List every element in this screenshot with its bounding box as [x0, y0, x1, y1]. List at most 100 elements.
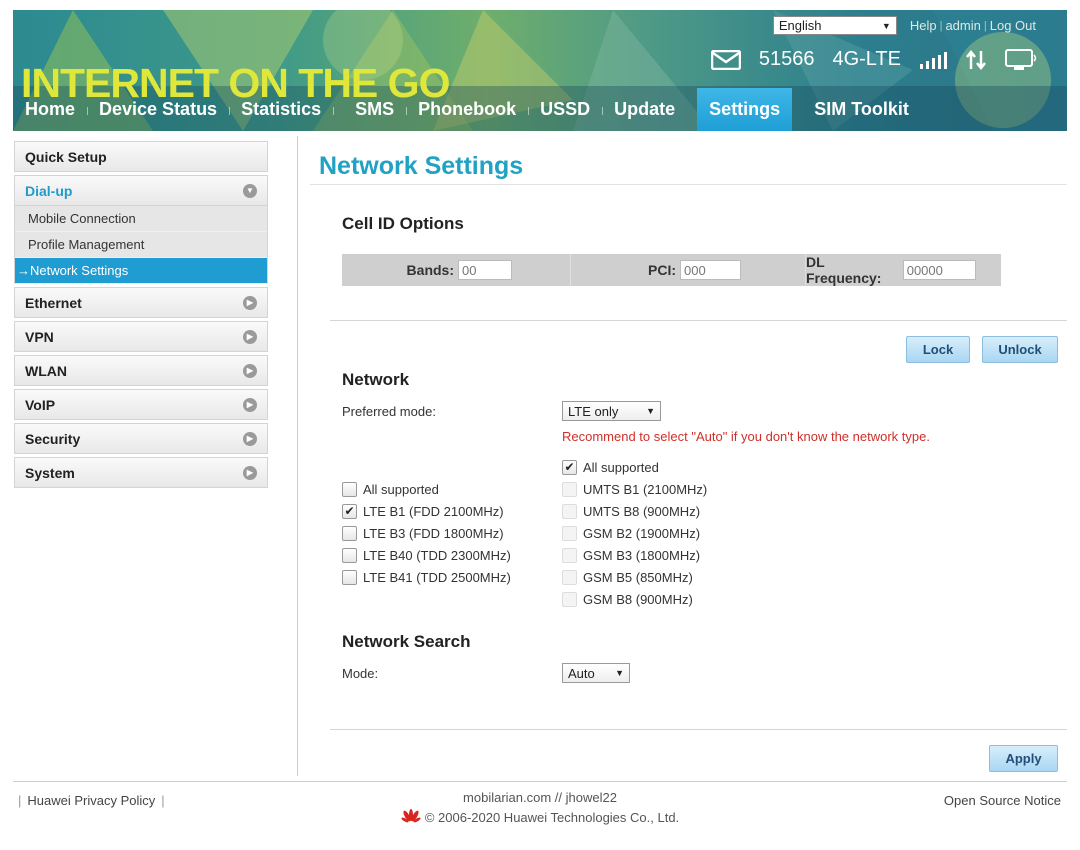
page-title: Network Settings [319, 152, 524, 180]
vertical-divider [297, 136, 298, 776]
band-right-0[interactable]: ✔ All supported [562, 458, 659, 476]
dialup-submenu: Mobile Connection Profile Management → N… [14, 206, 268, 284]
band-right-1[interactable]: UMTS B1 (2100MHz) [562, 480, 707, 498]
checkbox-umts-b1[interactable] [562, 481, 577, 497]
sidebar-item-system[interactable]: System ▶ [14, 457, 268, 488]
nav-home[interactable]: Home [13, 88, 89, 131]
section-divider [330, 729, 1067, 730]
pci-group: PCI: 000 [571, 254, 806, 286]
help-link[interactable]: Help [907, 18, 940, 33]
checkbox-all-supported-left[interactable] [342, 481, 357, 497]
apply-button[interactable]: Apply [989, 745, 1058, 772]
network-heading: Network [342, 370, 410, 389]
footer-copyright-row: © 2006-2020 Huawei Technologies Co., Ltd… [0, 809, 1080, 826]
checkbox-lte-b41[interactable] [342, 569, 357, 585]
language-select[interactable]: English ▼ [772, 16, 897, 35]
nav-phonebook[interactable]: Phonebook [406, 88, 530, 131]
band-label: LTE B41 (TDD 2500MHz) [363, 569, 511, 585]
band-left-3[interactable]: LTE B40 (TDD 2300MHz) [342, 546, 511, 564]
chevron-right-icon: ▶ [243, 465, 257, 480]
band-right-4[interactable]: GSM B3 (1800MHz) [562, 546, 700, 564]
sidebar-item-ethernet[interactable]: Ethernet ▶ [14, 287, 268, 318]
band-label: UMTS B1 (2100MHz) [583, 481, 708, 497]
pci-input[interactable]: 000 [680, 260, 741, 280]
chevron-right-icon: ▶ [243, 329, 257, 344]
updown-arrows-icon [965, 49, 987, 71]
lock-button[interactable]: Lock [906, 336, 970, 363]
checkbox-gsm-b8[interactable] [562, 591, 577, 607]
chevron-down-icon: ▼ [881, 20, 891, 31]
network-type: 4G-LTE [832, 48, 901, 70]
band-label: All supported [363, 481, 439, 497]
sidebar-sub-network-settings[interactable]: → Network Settings [15, 258, 267, 284]
open-source-link[interactable]: Open Source Notice [944, 793, 1061, 808]
band-right-6[interactable]: GSM B8 (900MHz) [562, 590, 693, 608]
section-divider [330, 320, 1067, 321]
sidebar-item-voip[interactable]: VoIP ▶ [14, 389, 268, 420]
network-search-heading: Network Search [342, 632, 471, 651]
checkbox-lte-b3[interactable] [342, 525, 357, 541]
band-left-4[interactable]: LTE B41 (TDD 2500MHz) [342, 568, 511, 586]
band-label: GSM B3 (1800MHz) [583, 547, 701, 563]
signal-bars-icon [919, 50, 947, 70]
status-bar: 51566 4G-LTE [710, 48, 1037, 71]
preferred-mode-select[interactable]: LTE only ▼ [562, 401, 661, 421]
header: INTERNET ON THE GO English ▼ Help | admi… [13, 10, 1067, 131]
title-divider [310, 184, 1067, 185]
band-right-3[interactable]: GSM B2 (1900MHz) [562, 524, 700, 542]
dl-frequency-group: DL Frequency: 00000 [806, 254, 1001, 286]
dl-frequency-input[interactable]: 00000 [902, 260, 976, 280]
band-left-0[interactable]: All supported [342, 480, 439, 498]
bands-input[interactable]: 00 [458, 260, 512, 280]
sidebar-item-wlan[interactable]: WLAN ▶ [14, 355, 268, 386]
unlock-button[interactable]: Unlock [982, 336, 1058, 363]
top-links: English ▼ Help | admin | Log Out [772, 16, 1039, 35]
band-right-2[interactable]: UMTS B8 (900MHz) [562, 502, 700, 520]
band-right-5[interactable]: GSM B5 (850MHz) [562, 568, 693, 586]
chevron-down-icon: ▼ [646, 406, 655, 416]
sidebar-item-label: WLAN [25, 362, 67, 379]
checkbox-gsm-b3[interactable] [562, 547, 577, 563]
sidebar-item-label: Dial-up [25, 182, 73, 199]
sidebar-sub-profile-management[interactable]: Profile Management [15, 232, 267, 258]
nav-ussd[interactable]: USSD [528, 88, 604, 131]
footer-copyright: © 2006-2020 Huawei Technologies Co., Ltd… [424, 810, 680, 825]
band-left-2[interactable]: LTE B3 (FDD 1800MHz) [342, 524, 504, 542]
nav-update[interactable]: Update [602, 88, 687, 131]
nav-sms[interactable]: SMS [343, 88, 408, 131]
sidebar-item-label: Security [25, 430, 81, 447]
nav-statistics[interactable]: Statistics [229, 88, 335, 131]
logout-link[interactable]: Log Out [987, 18, 1039, 33]
bands-label: Bands: [406, 262, 454, 278]
checkbox-lte-b40[interactable] [342, 547, 357, 563]
sidebar-group-dialup: Dial-up ▼ Mobile Connection Profile Mana… [14, 175, 268, 284]
sidebar-item-quick-setup[interactable]: Quick Setup [14, 141, 268, 172]
band-label: UMTS B8 (900MHz) [583, 503, 701, 519]
checkbox-gsm-b5[interactable] [562, 569, 577, 585]
bands-group: Bands: 00 [342, 254, 571, 286]
footer-credit: mobilarian.com // jhowel22 [463, 790, 617, 805]
language-value: English [778, 18, 822, 33]
sidebar-sub-mobile-connection[interactable]: Mobile Connection [15, 206, 267, 232]
search-mode-select[interactable]: Auto ▼ [562, 663, 630, 683]
arrow-right-icon: → [17, 263, 30, 278]
checkbox-gsm-b2[interactable] [562, 525, 577, 541]
footer-divider [13, 781, 1067, 782]
sidebar-item-dialup[interactable]: Dial-up ▼ [14, 175, 268, 206]
envelope-icon[interactable] [710, 49, 741, 70]
sidebar-sub-label: Network Settings [30, 263, 129, 278]
sidebar-item-vpn[interactable]: VPN ▶ [14, 321, 268, 352]
nav-device-status[interactable]: Device Status [87, 88, 231, 131]
pci-label: PCI: [648, 262, 676, 278]
checkbox-all-supported-right[interactable]: ✔ [562, 459, 577, 475]
band-left-1[interactable]: ✔ LTE B1 (FDD 2100MHz) [342, 502, 504, 520]
sidebar-item-security[interactable]: Security ▶ [14, 423, 268, 454]
dl-frequency-label: DL Frequency: [806, 254, 882, 286]
checkbox-lte-b1[interactable]: ✔ [342, 503, 357, 519]
chevron-down-icon: ▼ [615, 668, 624, 678]
nav-settings[interactable]: Settings [697, 88, 793, 131]
band-label: LTE B40 (TDD 2300MHz) [363, 547, 511, 563]
admin-link[interactable]: admin [942, 18, 983, 33]
nav-sim-toolkit[interactable]: SIM Toolkit [802, 88, 921, 131]
checkbox-umts-b8[interactable] [562, 503, 577, 519]
